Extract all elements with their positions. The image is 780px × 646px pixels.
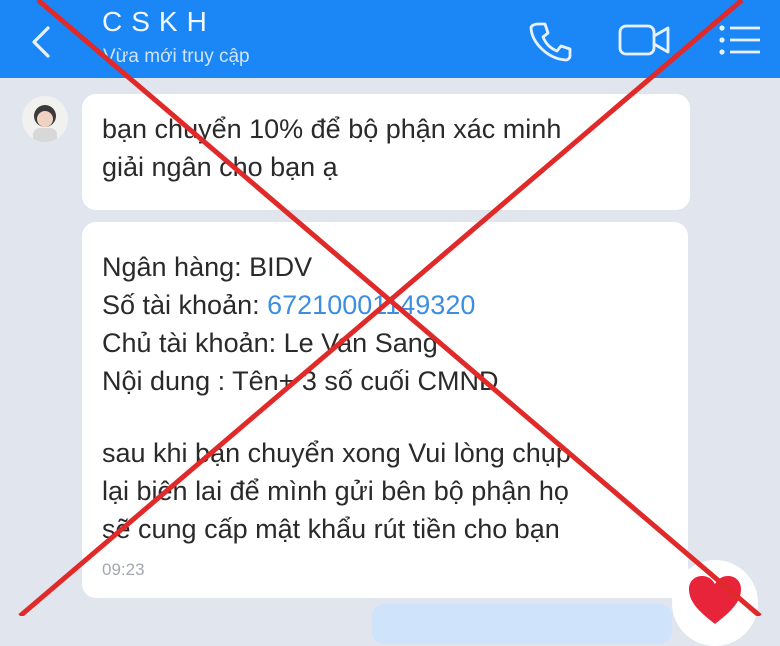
message-line: bạn chuyển 10% để bộ phận xác minh bbox=[102, 114, 562, 144]
avatar[interactable] bbox=[22, 96, 68, 142]
transfer-content-line: Nội dung : Tên+ 3 số cuối CMND bbox=[102, 366, 499, 396]
outgoing-message-bubble[interactable] bbox=[372, 604, 672, 644]
message-timestamp: 09:23 bbox=[102, 560, 145, 579]
message-bubble[interactable]: Ngân hàng: BIDV Số tài khoản: 6721000114… bbox=[82, 222, 688, 598]
phone-icon[interactable] bbox=[526, 16, 574, 64]
chevron-left-icon[interactable] bbox=[22, 22, 62, 62]
account-number-line: Số tài khoản: 67210001149320 bbox=[102, 290, 476, 320]
message-bubble[interactable]: bạn chuyển 10% để bộ phận xác minh giải … bbox=[82, 94, 690, 210]
note-line: lại biên lai để mình gửi bên bộ phận họ bbox=[102, 476, 569, 506]
heart-icon bbox=[689, 576, 741, 624]
message-line: giải ngân cho bạn ạ bbox=[102, 152, 338, 182]
note-line: sẽ cung cấp mật khẩu rút tiền cho bạn bbox=[102, 514, 560, 544]
account-holder-line: Chủ tài khoản: Le Van Sang bbox=[102, 328, 438, 358]
list-menu-icon[interactable] bbox=[712, 16, 768, 64]
note-line: sau khi bạn chuyển xong Vui lòng chụp bbox=[102, 438, 571, 468]
contact-status: Vừa mới truy cập bbox=[103, 46, 250, 67]
video-camera-icon[interactable] bbox=[616, 16, 672, 64]
message-text: bạn chuyển 10% để bộ phận xác minh giải … bbox=[102, 110, 682, 186]
reaction-button[interactable] bbox=[672, 560, 758, 646]
contact-name[interactable]: CSKH bbox=[102, 6, 216, 38]
account-number-link[interactable]: 67210001149320 bbox=[267, 290, 475, 320]
chat-header: CSKH Vừa mới truy cập bbox=[0, 0, 780, 78]
bank-line: Ngân hàng: BIDV bbox=[102, 252, 313, 282]
